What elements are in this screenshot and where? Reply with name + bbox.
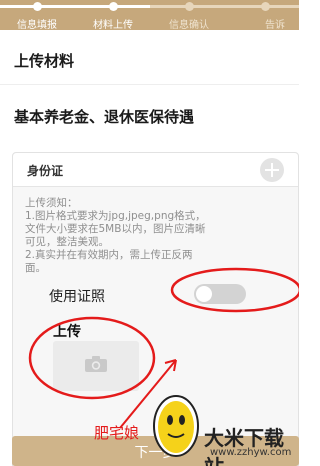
notice-line: 面。 bbox=[25, 262, 46, 274]
step-dot-4 bbox=[261, 2, 270, 11]
toggle-knob bbox=[196, 286, 212, 302]
camera-icon bbox=[85, 356, 107, 372]
card-header: 身份证 bbox=[13, 153, 298, 187]
upload-label: 上传 bbox=[53, 324, 81, 340]
divider bbox=[0, 84, 299, 85]
notice-line: 2.真实并在有效期内，需上传正反两 bbox=[25, 249, 193, 261]
step-label-3: 信息确认 bbox=[169, 20, 209, 31]
page-title: 上传材料 bbox=[14, 52, 75, 70]
step-label-1: 信息填报 bbox=[17, 20, 57, 31]
step-label-4: 告诉 bbox=[265, 20, 285, 31]
service-name: 基本养老金、退休医保待遇 bbox=[14, 108, 195, 126]
watermark-site-name: 大米下载站 bbox=[204, 426, 284, 466]
site-logo bbox=[153, 395, 199, 457]
photo-upload-box[interactable] bbox=[53, 341, 139, 391]
card-title: 身份证 bbox=[27, 164, 64, 178]
step-dot-1 bbox=[33, 2, 42, 11]
watermark-site-url: www.zzhyw.com bbox=[210, 447, 292, 458]
notice-line: 可见，整洁美观。 bbox=[25, 236, 109, 248]
step-dot-3 bbox=[185, 2, 194, 11]
notice-line: 上传须知： bbox=[25, 197, 78, 209]
watermark-caption: 肥宅娘 bbox=[94, 424, 140, 442]
notice-line: 1.图片格式要求为jpg,jpeg,png格式， bbox=[25, 210, 206, 222]
notice-line: 文件大小要求在5MB以内，图片应清晰 bbox=[25, 223, 206, 235]
step-dot-2 bbox=[109, 2, 118, 11]
stepper-progress-fill bbox=[0, 5, 150, 8]
use-certificate-label: 使用证照 bbox=[49, 289, 105, 305]
use-certificate-toggle[interactable] bbox=[194, 284, 246, 304]
upload-notice: 上传须知： 1.图片格式要求为jpg,jpeg,png格式， 文件大小要求在5M… bbox=[25, 197, 287, 275]
plus-circle-icon[interactable] bbox=[260, 158, 284, 182]
step-label-2: 材料上传 bbox=[93, 20, 133, 31]
progress-stepper: 信息填报 材料上传 信息确认 告诉 bbox=[0, 0, 299, 31]
